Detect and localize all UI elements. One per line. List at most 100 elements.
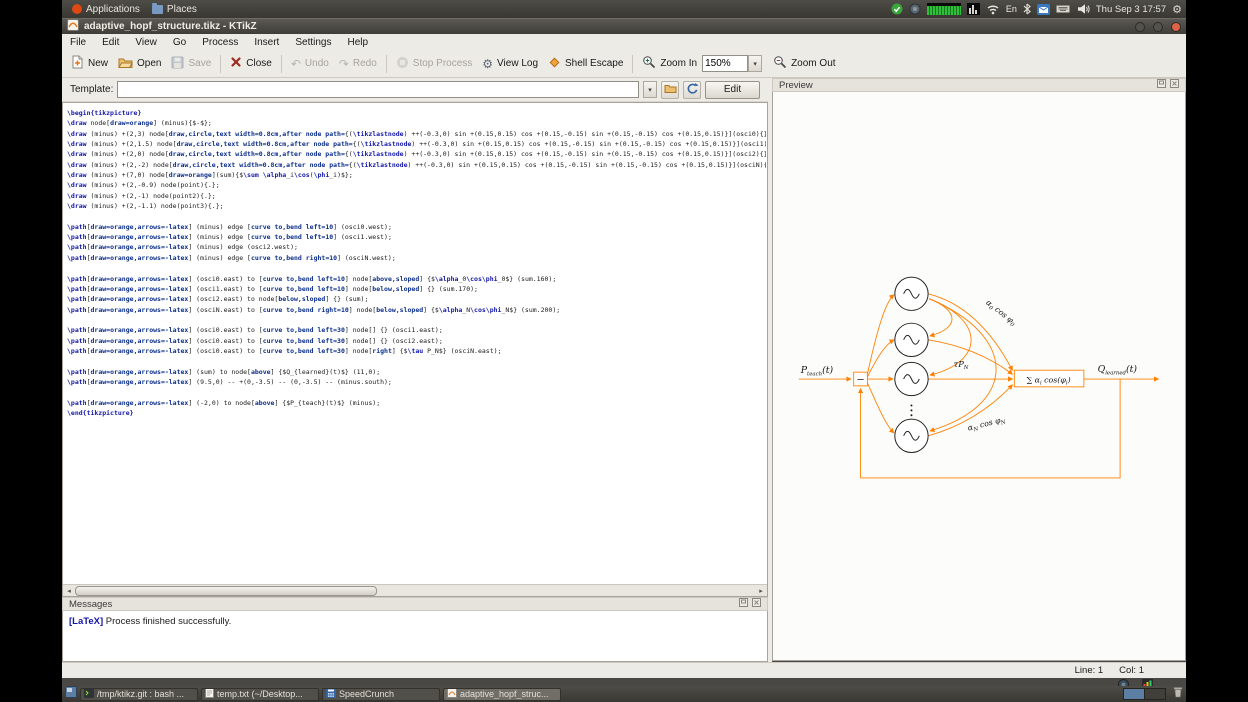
code-line: \path[draw=orange,arrows=-latex] (osci0.…	[67, 274, 766, 284]
toolbar: New Open Save Close ↶ Undo ↷ Redo Stop P…	[62, 50, 1186, 78]
zoom-level-input[interactable]	[702, 55, 748, 72]
toolbar-separator	[281, 55, 282, 73]
gnome-top-panel: Applications Places En	[62, 0, 1186, 18]
stop-icon	[396, 56, 409, 72]
app-icon	[67, 19, 79, 34]
messages-header: Messages	[62, 597, 768, 611]
open-button[interactable]: Open	[113, 54, 166, 74]
messages-log: [LaTeX] Process finished successfully.	[62, 611, 768, 662]
close-panel-icon[interactable]	[1170, 79, 1179, 91]
session-indicator-icon[interactable]	[909, 3, 921, 15]
show-desktop-icon[interactable]	[65, 685, 77, 702]
mail-icon[interactable]	[1037, 4, 1050, 15]
close-file-button[interactable]: Close	[225, 54, 277, 73]
code-line: \draw node[draw=orange] (minus){$-$};	[67, 118, 766, 128]
menu-edit[interactable]: Edit	[94, 34, 127, 50]
code-line: \begin{tikzpicture}	[67, 108, 766, 118]
places-menu[interactable]: Places	[146, 0, 203, 18]
volume-icon[interactable]	[1076, 3, 1090, 15]
clock[interactable]: Thu Sep 3 17:57	[1096, 4, 1166, 15]
code-line: \path[draw=orange,arrows=-latex] (9.5,0)…	[67, 377, 766, 387]
save-button[interactable]: Save	[166, 54, 216, 74]
code-line: \path[draw=orange,arrows=-latex] (sum) t…	[67, 367, 766, 377]
updates-icon[interactable]	[891, 3, 903, 15]
keyboard-layout-indicator[interactable]: En	[1006, 4, 1017, 14]
template-reload-button[interactable]	[683, 81, 701, 99]
menu-process[interactable]: Process	[194, 34, 246, 50]
menu-bar: File Edit View Go Process Insert Setting…	[62, 34, 1186, 51]
detach-panel-icon[interactable]	[1157, 79, 1166, 91]
menu-file[interactable]: File	[62, 34, 94, 50]
code-line: \draw (minus) +(2,-2) node[draw,circle,t…	[67, 160, 766, 170]
messages-panel: Messages [LaTeX] Process finished succes…	[62, 597, 768, 662]
window-titlebar[interactable]: adaptive_hopf_structure.tikz - KTikZ	[62, 18, 1186, 34]
taskbar-window-terminal[interactable]: /tmp/ktikz.git : bash ...	[80, 688, 198, 701]
cursor-line-indicator: Line: 1	[1075, 665, 1104, 676]
scroll-right-arrow[interactable]: ▸	[755, 585, 767, 596]
taskbar-window-texteditor[interactable]: temp.txt (~/Desktop...	[201, 688, 319, 701]
window-title: adaptive_hopf_structure.tikz - KTikZ	[84, 21, 1127, 32]
tau-pn-label: τPN	[954, 359, 969, 371]
toolbar-separator	[220, 55, 221, 73]
template-dropdown-arrow[interactable]: ▾	[643, 81, 657, 98]
code-line: \path[draw=orange,arrows=-latex] (osci0.…	[67, 346, 766, 356]
preview-canvas[interactable]: − Pteach(t) Qlearned(t) ∑ αi cos(φi) α0 …	[772, 92, 1186, 661]
undo-button[interactable]: ↶ Undo	[286, 56, 334, 72]
power-gear-icon[interactable]: ⚙	[1172, 3, 1182, 16]
code-line: \path[draw=orange,arrows=-latex] (osci1.…	[67, 284, 766, 294]
code-editor[interactable]: \begin{tikzpicture}\draw node[draw=orang…	[67, 108, 766, 583]
code-line: \path[draw=orange,arrows=-latex] (minus)…	[67, 242, 766, 252]
ubuntu-logo-icon	[72, 4, 82, 14]
new-button[interactable]: New	[66, 53, 113, 74]
detach-panel-icon[interactable]	[739, 598, 748, 610]
code-line	[67, 263, 766, 273]
workspace-switcher[interactable]	[1123, 688, 1166, 700]
template-label: Template:	[70, 84, 113, 95]
new-document-icon	[71, 55, 84, 72]
zoom-out-button[interactable]: Zoom Out	[768, 53, 840, 74]
editor-horizontal-scrollbar[interactable]: ◂ ▸	[63, 584, 767, 596]
scrollbar-thumb[interactable]	[75, 586, 377, 596]
keyboard-icon[interactable]	[1056, 4, 1070, 14]
system-monitor-bars-icon[interactable]	[967, 3, 980, 15]
template-edit-button[interactable]: Edit	[705, 81, 760, 99]
code-line: \draw (minus) +(2,3) node[draw,circle,te…	[67, 129, 766, 139]
places-menu-label: Places	[167, 4, 197, 15]
scroll-left-arrow[interactable]: ◂	[63, 585, 75, 596]
shell-escape-button[interactable]: Shell Escape	[543, 54, 628, 74]
zoom-in-button[interactable]: Zoom In	[637, 53, 702, 74]
menu-view[interactable]: View	[127, 34, 165, 50]
menu-settings[interactable]: Settings	[287, 34, 339, 50]
redo-button[interactable]: ↷ Redo	[334, 56, 382, 72]
maximize-button[interactable]	[1153, 22, 1163, 32]
code-line	[67, 315, 766, 325]
minimize-button[interactable]	[1135, 22, 1145, 32]
taskbar-window-ktikz[interactable]: adaptive_hopf_struc...	[443, 688, 561, 701]
menu-go[interactable]: Go	[165, 34, 194, 50]
template-combobox[interactable]	[117, 81, 639, 98]
preview-header: Preview	[772, 78, 1186, 92]
close-window-button[interactable]	[1171, 22, 1181, 32]
code-line	[67, 387, 766, 397]
template-browse-button[interactable]	[661, 81, 679, 99]
p-teach-label: Pteach(t)	[800, 365, 834, 377]
code-line	[67, 356, 766, 366]
taskbar-window-speedcrunch[interactable]: SpeedCrunch	[322, 688, 440, 701]
bluetooth-icon[interactable]	[1023, 3, 1031, 15]
minus-label: −	[856, 374, 864, 385]
menu-insert[interactable]: Insert	[246, 34, 287, 50]
menu-help[interactable]: Help	[339, 34, 376, 50]
trash-icon[interactable]	[1173, 685, 1183, 702]
desktop: Applications Places En	[62, 0, 1186, 702]
wifi-icon[interactable]	[986, 3, 1000, 15]
code-line	[67, 211, 766, 221]
zoom-out-icon	[773, 55, 787, 72]
applications-menu[interactable]: Applications	[66, 0, 146, 18]
code-line: \path[draw=orange,arrows=-latex] (osci0.…	[67, 336, 766, 346]
close-panel-icon[interactable]	[752, 598, 761, 610]
stop-process-button[interactable]: Stop Process	[391, 54, 477, 74]
zoom-dropdown-arrow[interactable]: ▾	[748, 55, 762, 72]
system-monitor-graph-icon[interactable]	[927, 3, 961, 15]
view-log-button[interactable]: ⚙ View Log	[477, 56, 543, 72]
close-icon	[230, 56, 242, 71]
